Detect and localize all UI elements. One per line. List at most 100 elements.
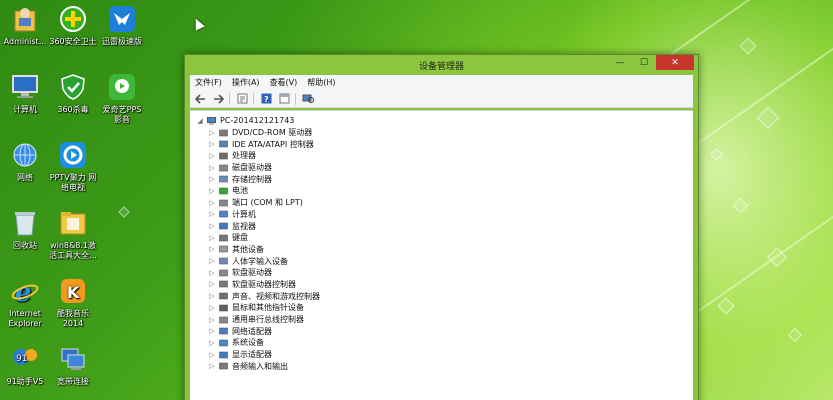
tree-item-label: 处理器 [232,151,256,161]
tree-item[interactable]: ▷ 计算机 [196,209,320,221]
desktop-icon-xunlei[interactable]: 迅雷极速版 [91,4,153,47]
tree-item-label: 键盘 [232,233,248,243]
desktop-icon-pptv[interactable]: PPTV聚力 网 络电视 [42,140,104,193]
title-bar[interactable]: 设备管理器 — ☐ ✕ [185,55,698,74]
expand-arrow-icon[interactable]: ▷ [208,304,216,312]
expand-arrow-icon[interactable]: ▷ [208,164,216,172]
back-arrow-icon[interactable] [193,92,207,106]
tree-item[interactable]: ▷ 存储控制器 [196,173,320,185]
tree-item[interactable]: ▷ 软盘驱动器 [196,267,320,279]
expand-arrow-icon[interactable]: ▷ [208,210,216,218]
properties-icon[interactable] [235,92,249,106]
wallpaper-shape [118,206,130,218]
expand-arrow-icon[interactable]: ▷ [208,292,216,300]
folder-tools-icon [58,208,88,238]
tree-item[interactable]: ▷ 人体学输入设备 [196,255,320,267]
tree-item[interactable]: ▷ 端口 (COM 和 LPT) [196,197,320,209]
svg-text:K: K [67,283,80,302]
toolbar: ? [190,90,693,108]
tree-item-label: 存储控制器 [232,174,272,184]
show-hide-icon[interactable] [277,92,291,106]
network-icon [10,140,40,170]
device-category-icon [219,362,228,370]
tree-item[interactable]: ▷ 电池 [196,185,320,197]
expand-arrow-icon[interactable]: ▷ [208,187,216,195]
recycle-bin-icon [10,208,40,238]
expand-arrow-icon[interactable]: ▷ [208,222,216,230]
expand-arrow-icon[interactable]: ▷ [208,327,216,335]
expand-arrow-icon[interactable]: ▷ [208,140,216,148]
close-button[interactable]: ✕ [656,55,694,70]
tree-item[interactable]: ▷ 磁盘驱动器 [196,162,320,174]
tree-item-label: IDE ATA/ATAPI 控制器 [232,139,314,149]
minimize-button[interactable]: — [608,55,632,70]
expand-arrow-icon[interactable]: ▷ [208,199,216,207]
expand-arrow-icon[interactable]: ▷ [208,316,216,324]
svg-text:91: 91 [16,354,27,364]
tree-root[interactable]: ◢ PC-201412121743 [196,115,320,127]
expand-arrow-icon[interactable]: ▷ [208,257,216,265]
forward-arrow-icon[interactable] [211,92,225,106]
menu-help[interactable]: 帮助(H) [302,77,340,88]
tree-item-label: 监视器 [232,221,256,231]
expand-arrow-icon[interactable]: ▷ [208,339,216,347]
expand-arrow-icon[interactable]: ▷ [208,234,216,242]
desktop-icon-win8-tools[interactable]: win8&8.1激 活工具大全... [42,208,104,261]
ie-icon: e [10,276,40,306]
device-category-icon [219,164,228,172]
expand-arrow-icon[interactable]: ▷ [208,175,216,183]
device-category-icon [219,292,228,300]
expand-arrow-icon[interactable]: ▷ [208,245,216,253]
tree-item[interactable]: ▷ 处理器 [196,150,320,162]
tree-item[interactable]: ▷ 键盘 [196,232,320,244]
toolbar-separator [253,92,254,105]
expand-arrow-icon[interactable]: ▷ [208,362,216,370]
device-tree-pane[interactable]: ◢ PC-201412121743 ▷ DVD/CD-ROM 驱动器 ▷ IDE AT… [190,110,693,400]
tree-item[interactable]: ▷ 通用串行总线控制器 [196,314,320,326]
svg-text:e: e [15,278,32,305]
desktop-background: Administ... 360安全卫士 迅雷极速版 计算机 360杀毒 爱奇艺P… [0,0,833,400]
tree-item[interactable]: ▷ 监视器 [196,220,320,232]
tree-item[interactable]: ▷ 软盘驱动器控制器 [196,279,320,291]
tree-item-label: 鼠标和其他指针设备 [232,303,304,313]
device-category-icon [219,269,228,277]
tree-item-label: 显示适配器 [232,350,272,360]
expand-arrow-icon[interactable]: ▷ [208,152,216,160]
tree-item[interactable]: ▷ 显示适配器 [196,349,320,361]
expand-arrow-icon[interactable]: ▷ [208,280,216,288]
tree-item[interactable]: ▷ 系统设备 [196,337,320,349]
scan-hardware-icon[interactable] [301,92,315,106]
collapse-arrow-icon[interactable]: ◢ [196,117,204,125]
tree-item[interactable]: ▷ 其他设备 [196,244,320,256]
tree-item-label: 系统设备 [232,338,264,348]
maximize-button[interactable]: ☐ [632,55,656,70]
menu-action[interactable]: 操作(A) [227,77,265,88]
expand-arrow-icon[interactable]: ▷ [208,269,216,277]
device-category-icon [219,304,228,312]
device-manager-window: 设备管理器 — ☐ ✕ 文件(F) 操作(A) 查看(V) 帮助(H) ? ◢ … [184,54,699,400]
device-category-icon [219,351,228,359]
desktop-icon-kuwo-music[interactable]: K 酷我音乐 2014 [42,276,104,329]
pptv-icon [58,140,88,170]
desktop-icon-broadband[interactable]: 宽带连接 [42,344,104,387]
tree-item[interactable]: ▷ 鼠标和其他指针设备 [196,302,320,314]
tree-item-label: 音频输入和输出 [232,361,288,371]
device-category-icon [219,152,228,160]
device-category-icon [219,257,228,265]
user-folder-icon [10,4,40,34]
device-category-icon [219,199,228,207]
tree-item-label: 软盘驱动器控制器 [232,279,296,289]
menu-view[interactable]: 查看(V) [265,77,303,88]
expand-arrow-icon[interactable]: ▷ [208,351,216,359]
desktop-icon-iqiyi-pps[interactable]: 爱奇艺PPS 影音 [91,72,153,125]
expand-arrow-icon[interactable]: ▷ [208,129,216,137]
tree-item[interactable]: ▷ DVD/CD-ROM 驱动器 [196,127,320,139]
help-icon[interactable]: ? [259,92,273,106]
tree-item[interactable]: ▷ IDE ATA/ATAPI 控制器 [196,138,320,150]
tree-item[interactable]: ▷ 网络适配器 [196,325,320,337]
tree-item-label: 其他设备 [232,244,264,254]
tree-item[interactable]: ▷ 音频输入和输出 [196,360,320,372]
tree-item[interactable]: ▷ 声音、视频和游戏控制器 [196,290,320,302]
menu-file[interactable]: 文件(F) [190,77,227,88]
svg-text:?: ? [264,95,269,104]
